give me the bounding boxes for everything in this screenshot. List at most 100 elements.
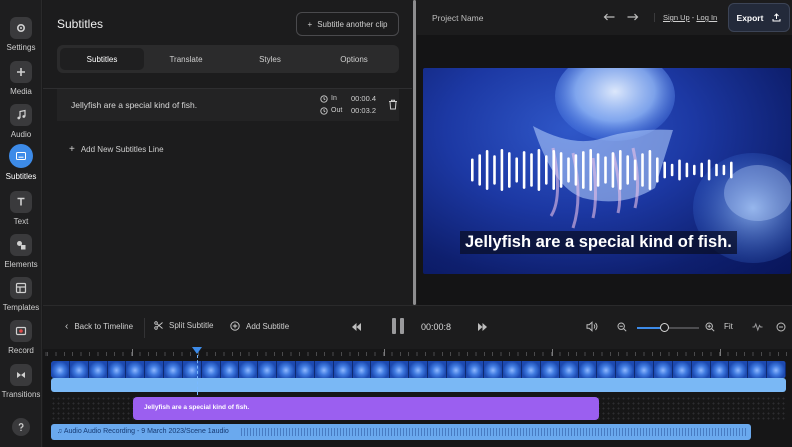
waveform-bar (545, 155, 548, 185)
upload-icon (772, 13, 781, 22)
sidebar-item-media[interactable]: Media (0, 61, 42, 96)
sidebar-item-record[interactable]: Record (0, 320, 42, 355)
waveform-bar (700, 162, 703, 178)
in-time[interactable]: 00:00.4 (351, 94, 376, 103)
sidebar-label: Templates (2, 303, 40, 312)
video-thumbnail (427, 361, 447, 378)
video-thumbnail (597, 361, 617, 378)
subtitle-another-clip-button[interactable]: + Subtitle another clip (296, 12, 399, 36)
export-button[interactable]: Export (728, 3, 790, 32)
plus-icon (10, 61, 32, 83)
sidebar-label: Transitions (1, 390, 41, 399)
video-thumbnail-track[interactable] (51, 361, 786, 378)
timeline-ruler[interactable] (43, 349, 792, 359)
tab-styles[interactable]: Styles (228, 48, 312, 70)
video-thumbnail (258, 361, 278, 378)
gear-icon (10, 17, 32, 39)
add-subtitle-button[interactable]: Add Subtitle (230, 321, 289, 331)
sidebar-item-elements[interactable]: Elements (0, 234, 42, 269)
zoom-out-icon[interactable] (617, 322, 627, 332)
help-button[interactable] (0, 418, 42, 436)
ruler-tick (720, 349, 721, 356)
templates-icon (10, 277, 32, 299)
video-thumbnail (710, 361, 730, 378)
waveform-bar (656, 157, 659, 183)
volume-icon[interactable] (586, 321, 598, 332)
waveform-bar (567, 157, 570, 183)
zoom-in-icon[interactable] (705, 322, 715, 332)
video-thumbnail (540, 361, 560, 378)
video-thumbnail (182, 361, 202, 378)
sidebar-label: Settings (6, 43, 36, 52)
waveform-bar (515, 157, 518, 183)
add-subtitle-line-button[interactable]: + Add New Subtitles Line (69, 144, 164, 155)
sidebar-item-templates[interactable]: Templates (0, 277, 42, 312)
sidebar-item-transitions[interactable]: Transitions (0, 364, 42, 399)
pause-button[interactable] (392, 318, 406, 334)
button-label: Subtitle another clip (317, 19, 388, 29)
sidebar-item-audio[interactable]: Audio (0, 104, 42, 139)
video-thumbnail (635, 361, 654, 378)
tab-translate[interactable]: Translate (144, 48, 228, 70)
zoom-slider[interactable] (637, 323, 699, 332)
tab-subtitles[interactable]: Subtitles (60, 48, 144, 70)
video-thumbnail (239, 361, 259, 378)
subtitles-panel: Subtitles + Subtitle another clip Subtit… (43, 0, 412, 305)
subtitle-tabs: Subtitles Translate Styles Options (57, 45, 399, 73)
waveform-bar (619, 150, 622, 190)
sidebar-item-text[interactable]: Text (0, 191, 42, 226)
video-clip[interactable] (51, 378, 786, 392)
zoom-slider-handle[interactable] (660, 323, 670, 332)
audio-clip[interactable]: ♫ Audio Audio Recording - 9 March 2023/S… (51, 424, 751, 440)
transitions-icon (10, 364, 32, 386)
waveform-bar (626, 155, 629, 185)
waveform-bar (478, 154, 481, 186)
sidebar-label: Audio (10, 130, 32, 139)
waveform-bar (670, 163, 674, 177)
fast-forward-icon[interactable] (478, 323, 487, 331)
sign-up-link[interactable]: Sign Up (663, 13, 690, 22)
elements-icon (10, 234, 32, 256)
tab-options[interactable]: Options (312, 48, 396, 70)
zoom-fit-icon[interactable] (776, 322, 786, 332)
out-time[interactable]: 00:03.2 (351, 106, 376, 115)
auth-links: Sign Up - Log In (654, 13, 717, 22)
subtitle-line-text[interactable]: Jellyfish are a special kind of fish. (71, 100, 197, 110)
split-subtitle-button[interactable]: Split Subtitle (154, 321, 213, 330)
music-icon: ♫ (57, 428, 64, 435)
waveform-bar (641, 153, 644, 187)
waveform-bar (722, 164, 726, 176)
log-in-link[interactable]: Log In (696, 13, 717, 22)
plus-circle-icon (230, 321, 240, 331)
project-name[interactable]: Project Name (432, 13, 484, 23)
out-time-row[interactable]: Out 00:03.2 (320, 106, 376, 115)
waveform-bar (611, 152, 615, 188)
rewind-icon[interactable] (352, 323, 361, 331)
fit-button[interactable]: Fit (724, 322, 733, 331)
subtitle-clip[interactable]: Jellyfish are a special kind of fish. (133, 397, 599, 420)
playhead-line (197, 355, 198, 395)
waveform-bar (493, 155, 496, 185)
video-thumbnail (220, 361, 240, 378)
video-preview[interactable]: Jellyfish are a special kind of fish. (423, 68, 791, 274)
sidebar-item-settings[interactable]: Settings (0, 17, 42, 52)
pause-icon (400, 318, 404, 334)
video-thumbnail (88, 361, 108, 378)
in-time-row[interactable]: In 00:00.4 (320, 94, 376, 103)
timeline[interactable]: Jellyfish are a special kind of fish. ♫ … (43, 347, 792, 447)
waveform-bar (707, 159, 711, 181)
trash-icon[interactable] (388, 99, 398, 110)
subtitle-line[interactable]: Jellyfish are a special kind of fish. In… (57, 89, 399, 121)
playhead-handle[interactable] (192, 347, 202, 354)
video-thumbnail (371, 361, 391, 378)
redo-icon[interactable] (626, 11, 640, 23)
plus-icon: + (69, 144, 75, 155)
help-icon (12, 418, 30, 436)
waveform-icon[interactable] (752, 322, 763, 332)
back-to-timeline-button[interactable]: ‹ Back to Timeline (65, 321, 133, 332)
video-thumbnail (522, 361, 541, 378)
sidebar-item-subtitles[interactable]: Subtitles (0, 144, 42, 181)
video-thumbnail (201, 361, 221, 378)
current-time: 00:00:8 (421, 322, 452, 332)
undo-icon[interactable] (602, 11, 616, 23)
